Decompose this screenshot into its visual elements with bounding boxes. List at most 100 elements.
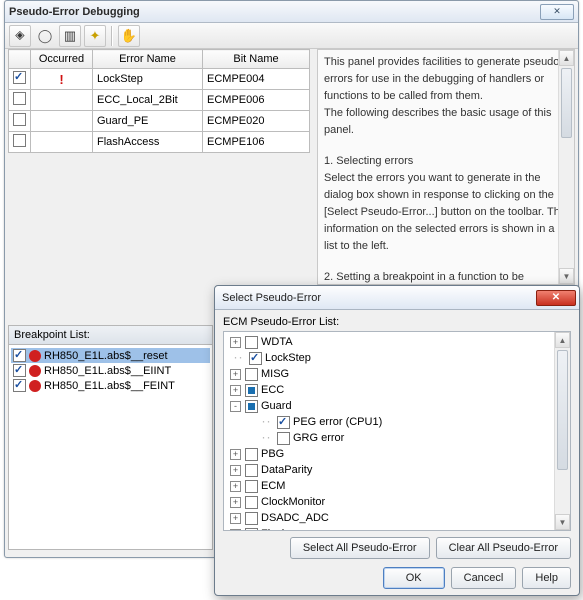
occurred-cell — [31, 132, 93, 153]
tree-expander-icon[interactable]: + — [230, 449, 241, 460]
tree-node[interactable]: + ECM — [226, 478, 568, 494]
toolbar-button-4[interactable]: ✦ — [84, 25, 106, 47]
breakpoint-item[interactable]: RH850_E1L.abs$__FEINT — [11, 378, 210, 393]
tree-expander-icon[interactable]: + — [230, 497, 241, 508]
tree-node[interactable]: +ECC — [226, 382, 568, 398]
tree-checkbox[interactable] — [245, 384, 258, 397]
tree-node[interactable]: ··LockStep — [226, 350, 568, 366]
table-row[interactable]: FlashAccessECMPE106 — [9, 132, 310, 153]
row-checkbox[interactable] — [13, 134, 26, 147]
tree-expander-icon[interactable]: + — [230, 529, 241, 532]
tree-label: PEG error (CPU1) — [290, 416, 382, 428]
breakpoint-item[interactable]: RH850_E1L.abs$__EIINT — [11, 363, 210, 378]
scroll-up-icon[interactable]: ▲ — [559, 50, 574, 66]
tree-checkbox[interactable] — [249, 352, 262, 365]
scroll-thumb[interactable] — [561, 68, 572, 138]
window-title: Pseudo-Error Debugging — [9, 6, 540, 18]
scroll-thumb[interactable] — [557, 350, 568, 470]
tree-checkbox[interactable] — [245, 448, 258, 461]
error-table-header: Occurred Error Name Bit Name — [9, 50, 310, 69]
occurred-cell — [31, 111, 93, 132]
tree-label: GRG error — [290, 432, 344, 444]
col-check[interactable] — [9, 50, 31, 69]
tree-checkbox[interactable] — [245, 464, 258, 477]
scrollbar[interactable]: ▲ ▼ — [558, 50, 574, 284]
tree-node[interactable]: +PBG — [226, 446, 568, 462]
tree-checkbox[interactable] — [245, 480, 258, 493]
tree-node[interactable]: +ClockMonitor — [226, 494, 568, 510]
tree-label: ECM — [258, 480, 285, 492]
toolbar-button-3[interactable]: ▥ — [59, 25, 81, 47]
tree-expander-icon[interactable]: - — [230, 401, 241, 412]
tree-checkbox[interactable] — [245, 496, 258, 509]
tree-scrollbar[interactable]: ▲ ▼ — [554, 332, 570, 530]
breakpoint-checkbox[interactable] — [13, 364, 26, 377]
tree-label: LockStep — [262, 352, 311, 364]
tree-node[interactable]: +DataParity — [226, 462, 568, 478]
tree-node[interactable]: +Flash — [226, 526, 568, 531]
tree-node[interactable]: ··PEG error (CPU1) — [226, 414, 568, 430]
scroll-down-icon[interactable]: ▼ — [555, 514, 570, 530]
error-name-cell: Guard_PE — [93, 111, 203, 132]
toolbar: 🞛 ◯ ▥ ✦ ✋ — [5, 23, 578, 49]
tree-checkbox[interactable] — [245, 400, 258, 413]
tree-checkbox[interactable] — [277, 432, 290, 445]
breakpoint-item[interactable]: RH850_E1L.abs$__reset — [11, 348, 210, 363]
row-checkbox[interactable] — [13, 113, 26, 126]
table-row[interactable]: Guard_PEECMPE020 — [9, 111, 310, 132]
help-button[interactable]: Help — [522, 567, 571, 589]
clear-all-button[interactable]: Clear All Pseudo-Error — [436, 537, 571, 559]
tree-node[interactable]: + MISG — [226, 366, 568, 382]
error-table-area: Occurred Error Name Bit Name !LockStepEC… — [8, 49, 310, 319]
tree-label: MISG — [258, 368, 289, 380]
breakpoint-checkbox[interactable] — [13, 349, 26, 362]
help-heading: 2. Setting a breakpoint in a function to… — [324, 269, 568, 285]
tree-expander-icon[interactable]: + — [230, 337, 241, 348]
tree-checkbox[interactable] — [245, 336, 258, 349]
col-error-name[interactable]: Error Name — [93, 50, 203, 69]
dialog-close-button[interactable]: ✕ — [536, 290, 576, 306]
tree-expander-icon[interactable]: + — [230, 369, 241, 380]
tree-expander-icon[interactable]: + — [230, 481, 241, 492]
pseudo-error-tree[interactable]: +WDTA··LockStep+MISG+ECC-Guard··PEG erro… — [223, 331, 571, 531]
dialog-titlebar[interactable]: Select Pseudo-Error ✕ — [215, 286, 579, 310]
select-pseudo-error-button[interactable]: 🞛 — [9, 25, 31, 47]
col-bit-name[interactable]: Bit Name — [203, 50, 310, 69]
table-row[interactable]: ECC_Local_2BitECMPE006 — [9, 90, 310, 111]
col-occurred[interactable]: Occurred — [31, 50, 93, 69]
close-button[interactable]: ✕ — [540, 4, 574, 20]
scroll-up-icon[interactable]: ▲ — [555, 332, 570, 348]
table-row[interactable]: !LockStepECMPE004 — [9, 69, 310, 90]
breakpoint-label: RH850_E1L.abs$__EIINT — [44, 365, 171, 377]
tree-checkbox[interactable] — [277, 416, 290, 429]
tree-expander-icon[interactable]: + — [230, 385, 241, 396]
scroll-down-icon[interactable]: ▼ — [559, 268, 574, 284]
titlebar[interactable]: Pseudo-Error Debugging ✕ — [5, 1, 578, 23]
dialog-title: Select Pseudo-Error — [218, 292, 536, 304]
tree-expander-icon[interactable]: + — [230, 513, 241, 524]
toolbar-button-2[interactable]: ◯ — [34, 25, 56, 47]
select-all-button[interactable]: Select All Pseudo-Error — [290, 537, 430, 559]
breakpoint-checkbox[interactable] — [13, 379, 26, 392]
tree-node[interactable]: -Guard — [226, 398, 568, 414]
tree-expander-icon[interactable]: + — [230, 465, 241, 476]
ok-button[interactable]: OK — [383, 567, 445, 589]
tree-node[interactable]: ·· GRG error — [226, 430, 568, 446]
tree-node[interactable]: +DSADC_ADC — [226, 510, 568, 526]
row-checkbox[interactable] — [13, 92, 26, 105]
row-checkbox[interactable] — [13, 71, 26, 84]
tree-line: ·· — [258, 433, 273, 444]
tree-checkbox[interactable] — [245, 368, 258, 381]
breakpoint-icon — [29, 380, 41, 392]
help-text: Select the errors you want to generate i… — [324, 170, 568, 255]
bit-name-cell: ECMPE020 — [203, 111, 310, 132]
toolbar-button-5[interactable]: ✋ — [118, 25, 140, 47]
error-name-cell: ECC_Local_2Bit — [93, 90, 203, 111]
tree-checkbox[interactable] — [245, 528, 258, 532]
breakpoint-icon — [29, 365, 41, 377]
breakpoint-icon — [29, 350, 41, 362]
breakpoint-label: RH850_E1L.abs$__reset — [44, 350, 168, 362]
cancel-button[interactable]: Cancecl — [451, 567, 517, 589]
tree-checkbox[interactable] — [245, 512, 258, 525]
tree-node[interactable]: +WDTA — [226, 334, 568, 350]
